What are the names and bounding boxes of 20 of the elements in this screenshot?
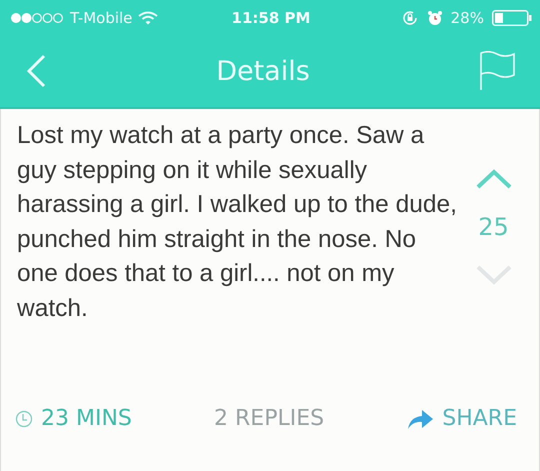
alarm-icon xyxy=(426,10,443,26)
back-icon[interactable] xyxy=(26,54,46,88)
battery-percent: 28% xyxy=(450,8,484,26)
downvote-icon[interactable] xyxy=(476,265,512,285)
battery-icon xyxy=(492,10,532,26)
share-arrow-icon xyxy=(406,408,434,430)
clock-time: 11:58 PM xyxy=(232,8,310,26)
signal-icon xyxy=(10,12,64,24)
carrier-name: T-Mobile xyxy=(70,8,132,26)
post-text: Lost my watch at a party once. Saw a guy stepping on it while sexually harassing a girl. I walked up to the dude, punched him straight in the nose. No one does that to a girl.... not on my watch. xyxy=(17,121,458,324)
vote-count: 25 xyxy=(478,213,509,241)
clock-icon xyxy=(15,410,33,428)
wifi-icon xyxy=(138,10,158,24)
replies-count[interactable]: 2 REPLIES xyxy=(214,406,324,431)
screen-title: Details xyxy=(216,56,310,86)
flag-icon[interactable] xyxy=(480,51,516,91)
upvote-icon[interactable] xyxy=(476,169,512,189)
share-button[interactable]: SHARE xyxy=(406,406,517,431)
rotation-lock-icon xyxy=(400,8,419,26)
post-age: 23 MINS xyxy=(41,406,132,431)
